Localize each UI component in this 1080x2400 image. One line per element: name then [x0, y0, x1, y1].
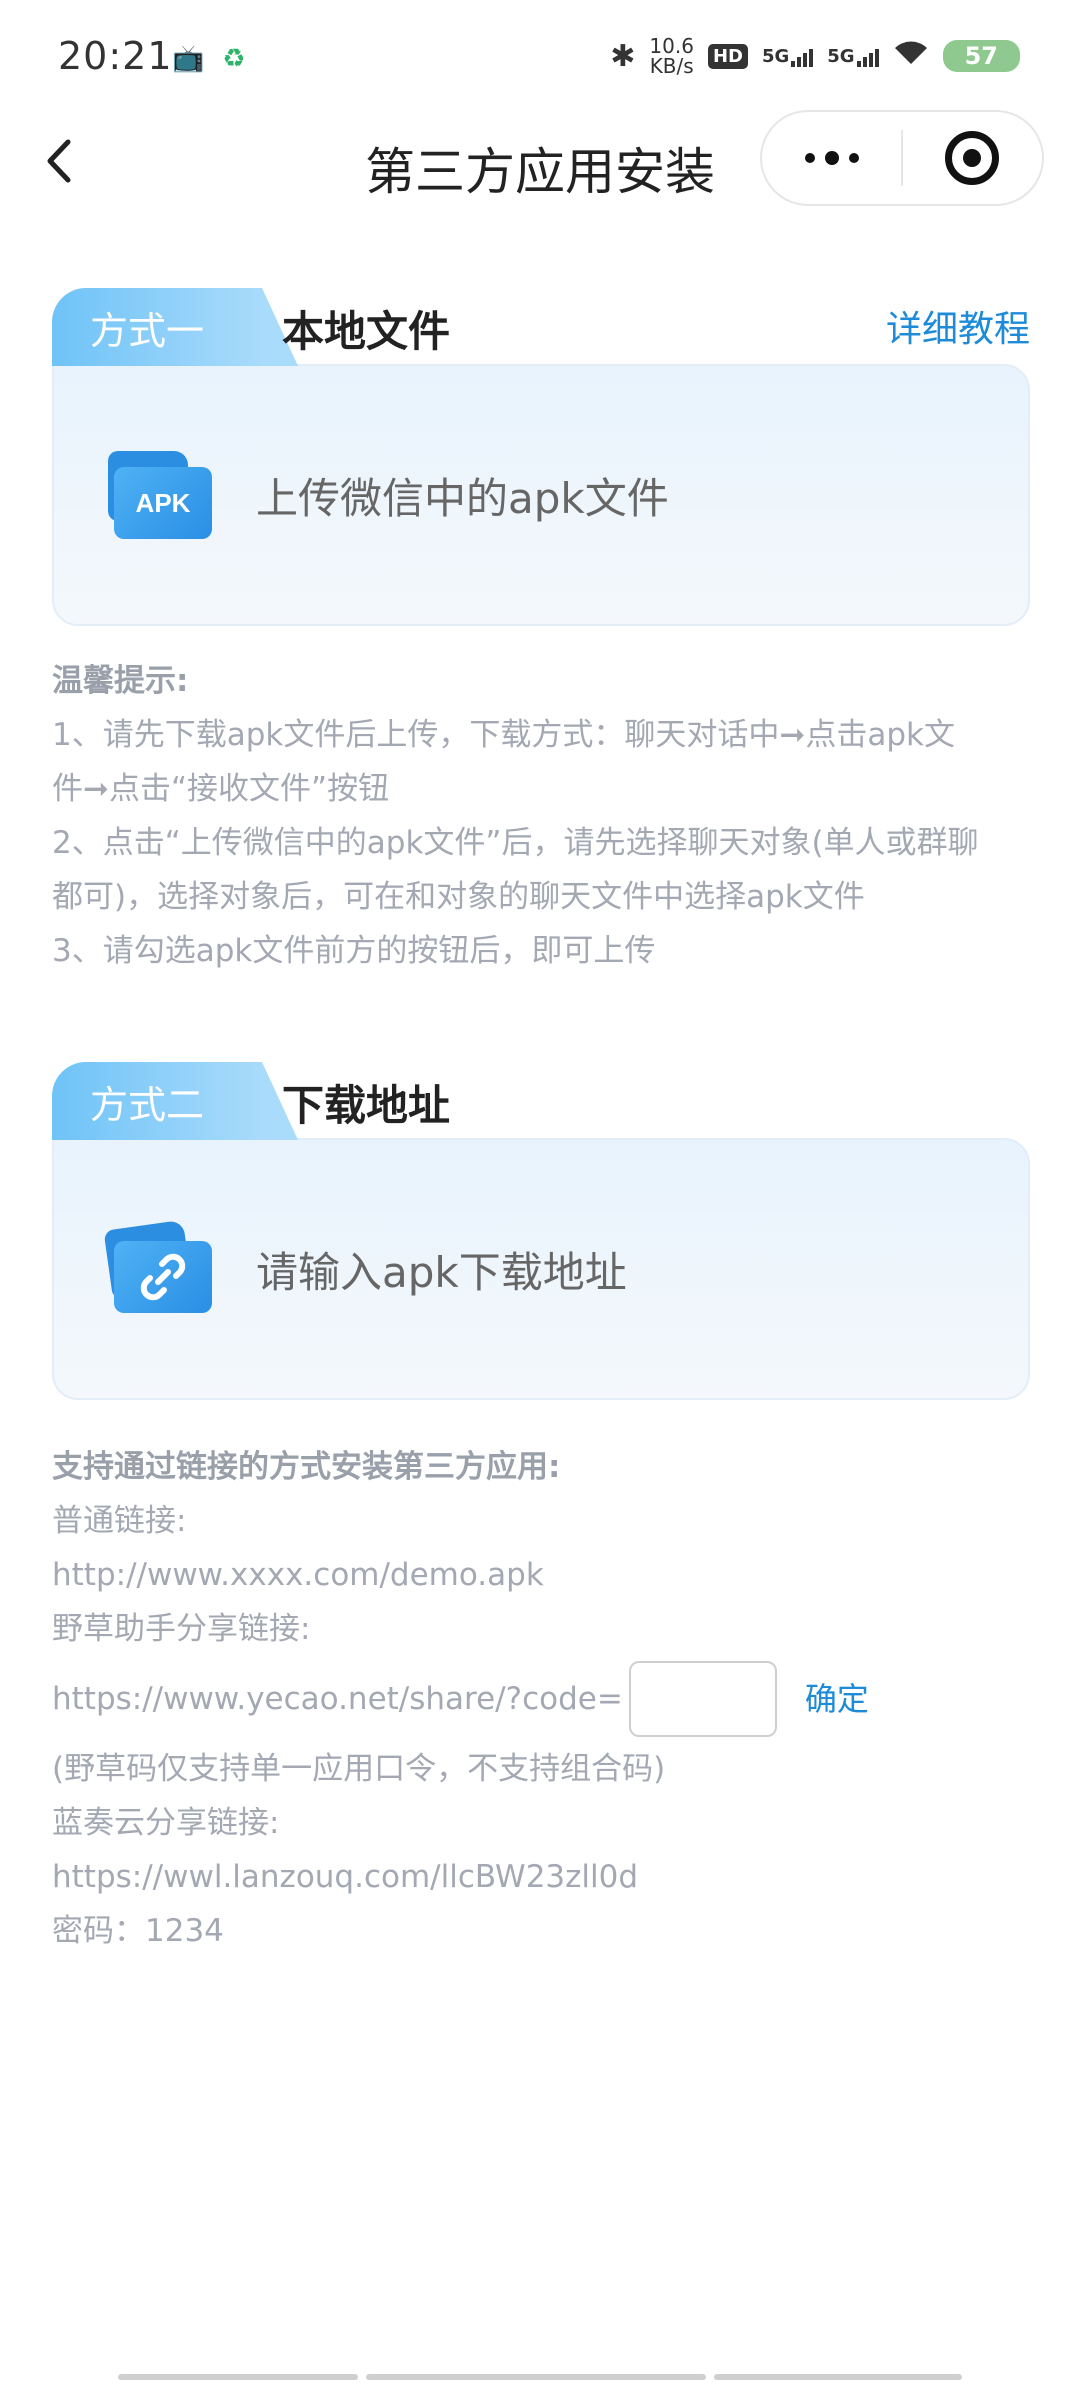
- tv-notification-icon: 📺: [172, 44, 205, 74]
- lanzou-password: 密码：1234: [52, 1913, 224, 1949]
- method-download-url: 方式二 下载地址 请输入apk下载地址: [52, 1062, 1030, 1400]
- upload-apk-label: 上传微信中的apk文件: [256, 473, 669, 523]
- section-title: 本地文件: [282, 307, 451, 356]
- share-code-input[interactable]: [628, 1661, 777, 1737]
- confirm-button[interactable]: 确定: [805, 1672, 869, 1726]
- lanzou-link-label: 蓝奏云分享链接:: [52, 1805, 280, 1841]
- bluetooth-icon: ✱: [610, 38, 636, 74]
- battery-indicator: 57: [942, 40, 1020, 72]
- method-tag: 方式二: [52, 1062, 298, 1140]
- target-icon: [945, 131, 1000, 185]
- normal-link-label: 普通链接:: [52, 1503, 187, 1539]
- link-support-section: 支持通过链接的方式安装第三方应用: 普通链接: http://www.xxxx.…: [52, 1440, 1032, 1958]
- upload-apk-card[interactable]: APK 上传微信中的apk文件: [52, 364, 1030, 626]
- yecao-note: (野草码仅支持单一应用口令，不支持组合码): [52, 1751, 666, 1787]
- link-icon: [103, 1219, 212, 1313]
- tip-line: 1、请先下载apk文件后上传，下载方式：聊天对话中➞点击apk文: [52, 717, 955, 753]
- tips-title: 温馨提示:: [52, 663, 189, 699]
- status-time: 20:21: [58, 34, 173, 78]
- more-menu-button[interactable]: [762, 112, 901, 204]
- tip-line: 2、点击“上传微信中的apk文件”后，请先选择聊天对象(单人或群聊: [52, 825, 979, 861]
- method-local-file: 方式一 本地文件 详细教程 APK 上传微信中的apk文件: [52, 288, 1030, 626]
- download-url-card[interactable]: 请输入apk下载地址: [52, 1138, 1030, 1400]
- yecao-link-url: https://www.yecao.net/share/?code=: [52, 1681, 623, 1717]
- lanzou-link-url: https://wwl.lanzouq.com/llcBW23zll0d: [52, 1859, 639, 1895]
- normal-link-url: http://www.xxxx.com/demo.apk: [52, 1557, 544, 1593]
- miniprogram-capsule: [760, 110, 1044, 206]
- tip-line: 件➞点击“接收文件”按钮: [52, 771, 390, 807]
- gesture-bar: [118, 2374, 962, 2380]
- signal-sim2-icon: 5G: [827, 46, 879, 67]
- status-bar: 20:21 📺 ♻ ✱ 10.6 KB/s HD 5G 5G 57: [0, 0, 1080, 120]
- tip-line: 3、请勾选apk文件前方的按钮后，即可上传: [52, 933, 656, 969]
- link-support-title: 支持通过链接的方式安装第三方应用:: [52, 1449, 561, 1485]
- download-url-label: 请输入apk下载地址: [256, 1247, 627, 1297]
- apk-folder-icon: APK: [108, 451, 212, 539]
- network-speed: 10.6 KB/s: [649, 34, 694, 78]
- method-tag: 方式一: [52, 288, 298, 366]
- hd-badge: HD: [707, 43, 748, 69]
- yecao-link-label: 野草助手分享链接:: [52, 1611, 311, 1647]
- tip-line: 都可)，选择对象后，可在和对象的聊天文件中选择apk文件: [52, 879, 865, 915]
- detail-tutorial-link[interactable]: 详细教程: [886, 300, 1030, 352]
- wifi-icon: [893, 38, 929, 74]
- close-miniprogram-button[interactable]: [903, 112, 1042, 204]
- app-notification-icon: ♻: [222, 44, 246, 74]
- section-title: 下载地址: [282, 1081, 451, 1130]
- tips-section: 温馨提示: 1、请先下载apk文件后上传，下载方式：聊天对话中➞点击apk文 件…: [52, 654, 1032, 978]
- signal-sim1-icon: 5G: [762, 46, 814, 67]
- nav-bar: 第三方应用安装: [0, 110, 1080, 210]
